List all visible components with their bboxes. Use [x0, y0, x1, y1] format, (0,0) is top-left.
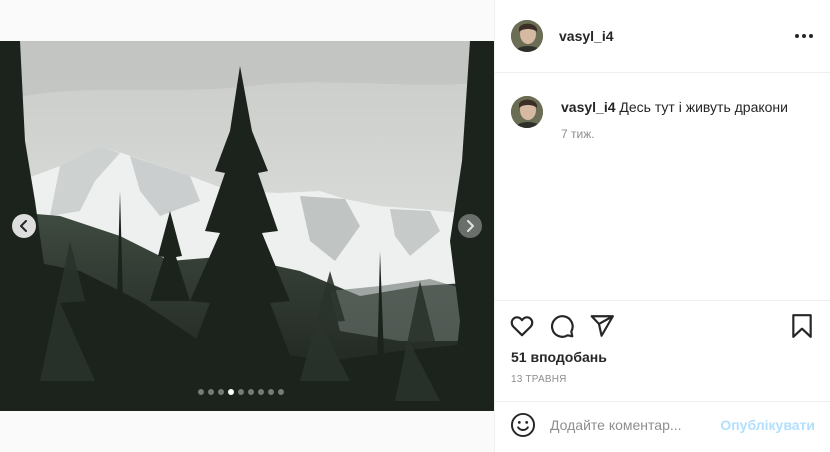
- username-link[interactable]: vasyl_i4: [559, 28, 614, 44]
- like-button[interactable]: [509, 313, 537, 341]
- carousel-indicator: [198, 389, 284, 397]
- more-horizontal-icon: [802, 34, 806, 38]
- comment-icon: [551, 315, 574, 338]
- post-header: vasyl_i4: [495, 0, 830, 73]
- avatar[interactable]: [511, 96, 543, 128]
- post-actions: 51 вподобань 13 ТРАВНЯ: [495, 300, 830, 402]
- more-options-button[interactable]: [795, 34, 813, 38]
- post-date: 13 ТРАВНЯ: [511, 374, 567, 385]
- carousel-dot: [258, 389, 264, 395]
- more-horizontal-icon: [795, 34, 799, 38]
- caption-username[interactable]: vasyl_i4: [561, 99, 616, 115]
- chevron-left-icon: [20, 220, 27, 232]
- comment-composer: Опублікувати: [495, 401, 830, 452]
- carousel-dot-active: [228, 389, 234, 395]
- carousel-next-button[interactable]: [458, 214, 482, 238]
- heart-icon: [510, 316, 534, 337]
- chevron-right-icon: [467, 220, 474, 232]
- caption-body: Десь тут і живуть дракони: [619, 99, 788, 115]
- post-photo[interactable]: [0, 41, 494, 411]
- carousel-prev-button[interactable]: [12, 214, 36, 238]
- comment-input[interactable]: [550, 414, 730, 436]
- send-icon: [590, 315, 614, 337]
- smile-icon: [510, 412, 536, 438]
- publish-button[interactable]: Опублікувати: [720, 417, 815, 433]
- carousel-dot: [278, 389, 284, 395]
- comment-timestamp[interactable]: 7 тиж.: [561, 127, 595, 141]
- carousel-dot: [238, 389, 244, 395]
- avatar[interactable]: [511, 20, 543, 52]
- more-horizontal-icon: [809, 34, 813, 38]
- share-button[interactable]: [589, 313, 617, 341]
- carousel-dot: [218, 389, 224, 395]
- carousel-dot: [268, 389, 274, 395]
- post-dialog: vasyl_i4 vasyl_i4 Десь тут і живуть драк…: [0, 0, 830, 452]
- post-side-panel: vasyl_i4 vasyl_i4 Десь тут і живуть драк…: [494, 0, 830, 452]
- media-area: [0, 0, 494, 452]
- likes-count[interactable]: 51 вподобань: [511, 349, 607, 365]
- carousel-dot: [248, 389, 254, 395]
- caption-text: vasyl_i4 Десь тут і живуть дракони: [561, 98, 821, 116]
- save-button[interactable]: [789, 313, 817, 341]
- bookmark-icon: [792, 314, 812, 338]
- emoji-button[interactable]: [510, 412, 536, 438]
- carousel-dot: [208, 389, 214, 395]
- comment-button[interactable]: [549, 313, 577, 341]
- carousel-dot: [198, 389, 204, 395]
